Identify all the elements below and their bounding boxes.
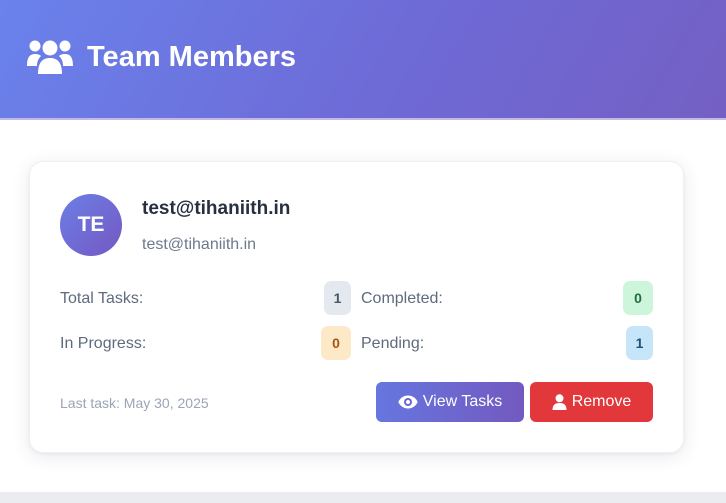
in-progress-badge: 0	[321, 326, 351, 360]
avatar: TE	[60, 194, 122, 256]
total-tasks-label: Total Tasks:	[60, 290, 144, 307]
pending-label: Pending:	[361, 335, 425, 352]
users-icon	[26, 36, 74, 76]
header-bar: Team Members	[0, 0, 726, 120]
in-progress-label: In Progress:	[60, 335, 147, 352]
member-card: TE test@tihaniith.in test@tihaniith.in T…	[29, 161, 684, 453]
member-email: test@tihaniith.in	[142, 236, 257, 253]
view-tasks-button[interactable]: View Tasks	[376, 382, 524, 422]
member-name: test@tihaniith.in	[142, 198, 291, 219]
completed-badge: 0	[623, 281, 653, 315]
total-tasks-badge: 1	[324, 281, 351, 315]
completed-label: Completed:	[361, 290, 443, 307]
last-task-date: Last task: May 30, 2025	[60, 395, 209, 411]
user-icon	[552, 394, 567, 410]
team-members-panel: Team Members TE test@tihaniith.in test@t…	[0, 0, 726, 492]
pending-badge: 1	[626, 326, 653, 360]
page-title: Team Members	[87, 41, 296, 73]
remove-member-button[interactable]: Remove	[530, 382, 653, 422]
view-tasks-label: View Tasks	[422, 393, 503, 410]
remove-label: Remove	[571, 393, 632, 410]
eye-icon	[398, 395, 418, 409]
